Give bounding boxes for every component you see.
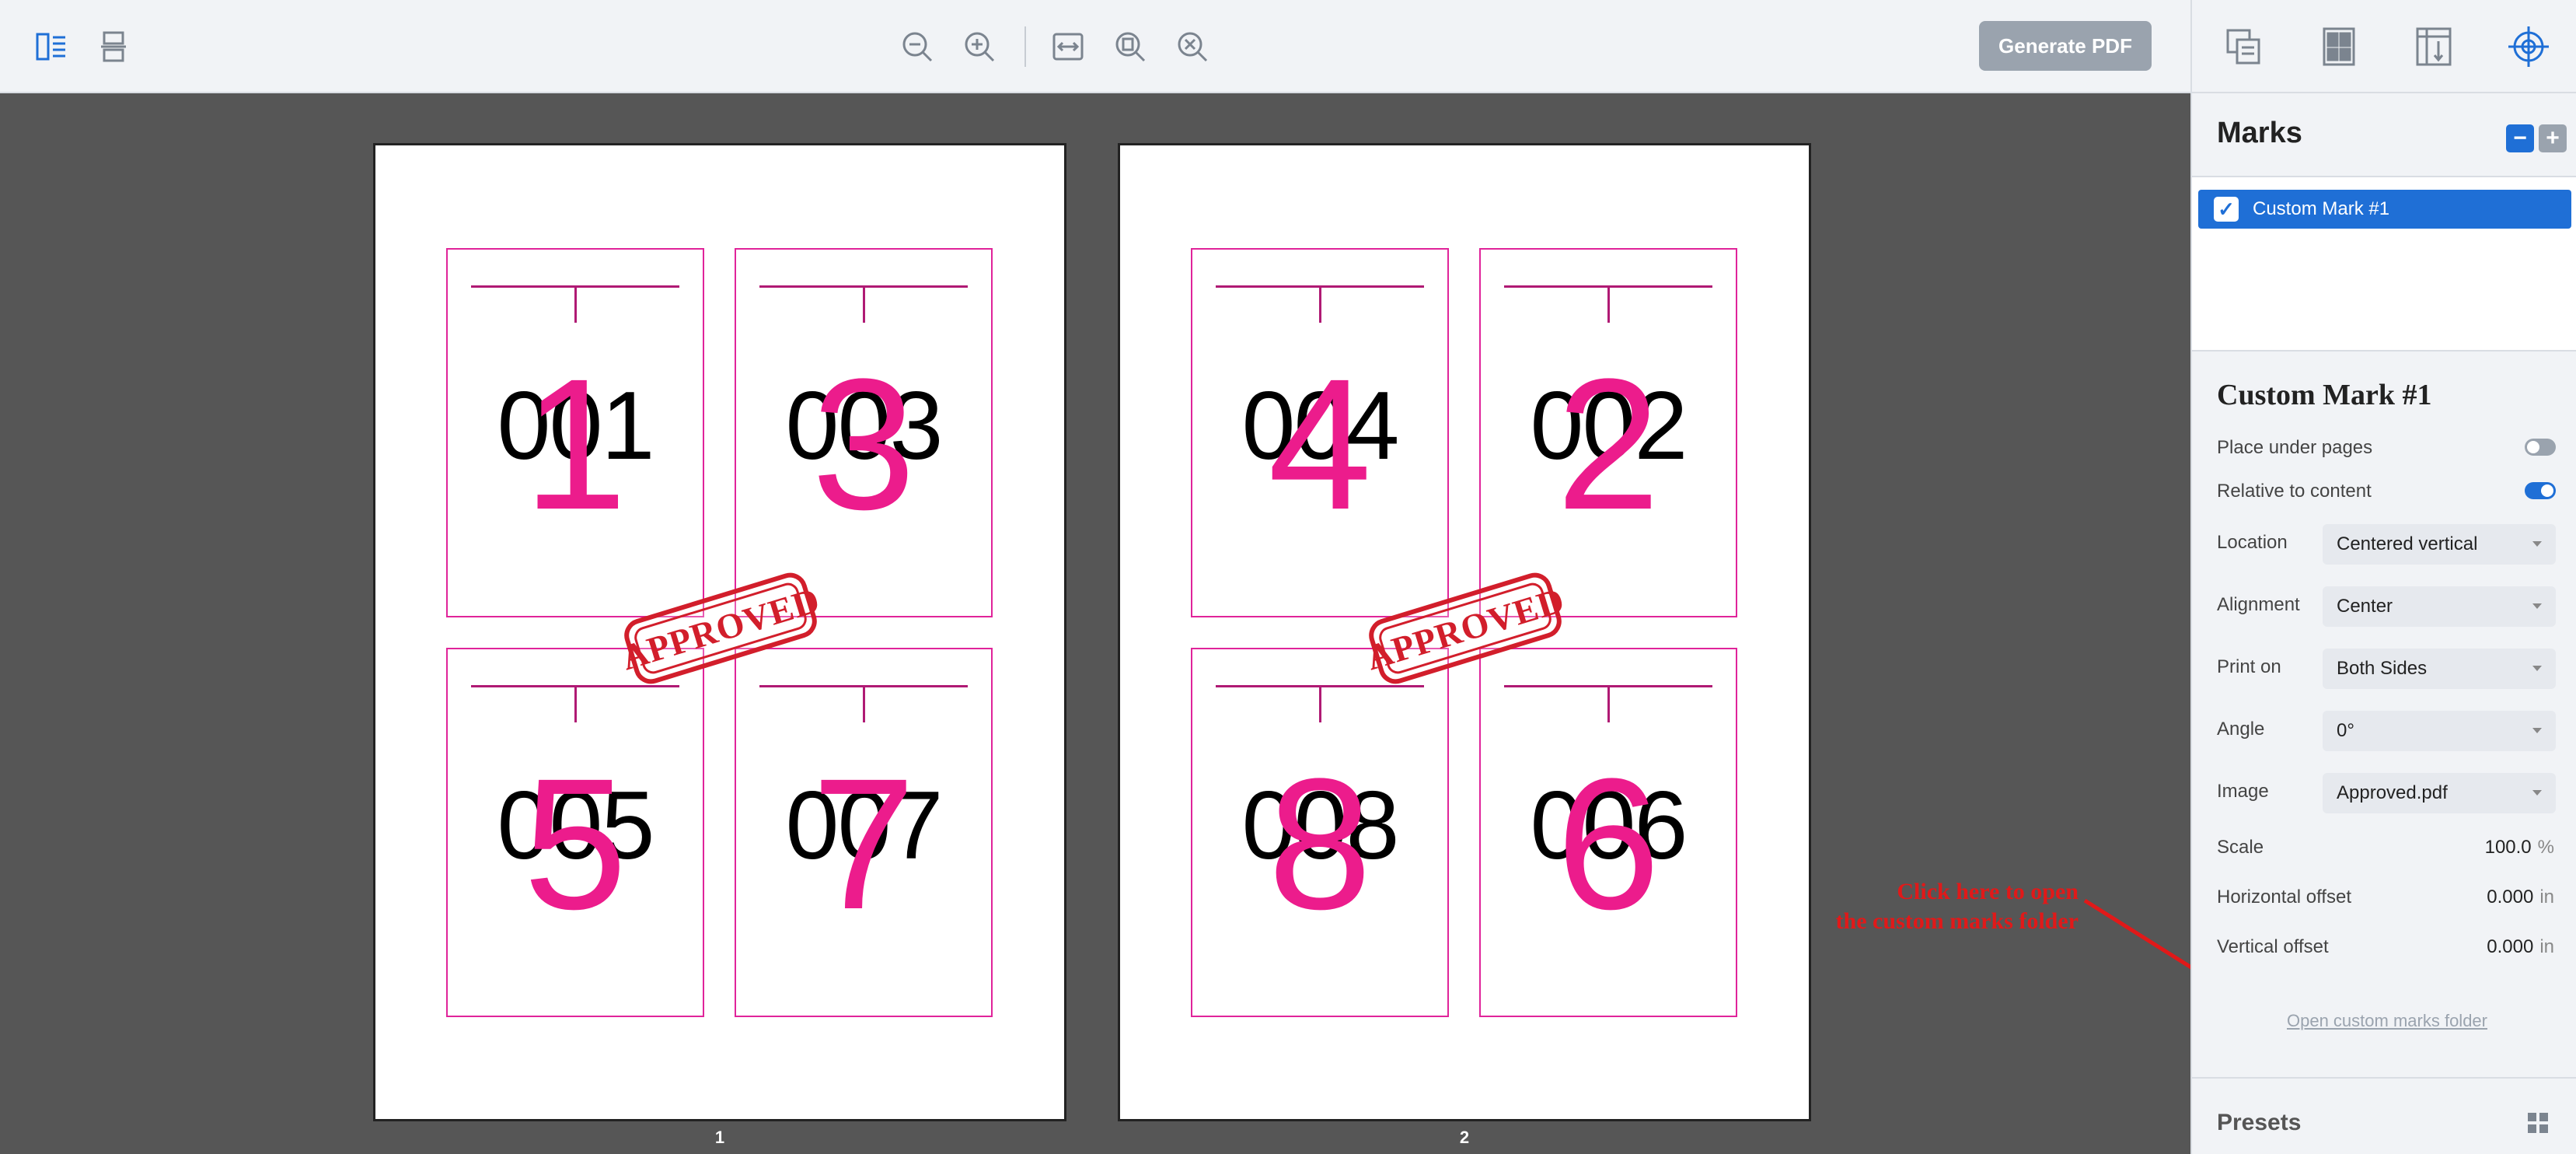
sheet-1: 001 1 003 3 005 5 007 7 APPROVED [373,143,1066,1121]
presets-label: Presets [2217,1110,2302,1135]
location-label: Location [2217,532,2288,553]
alignment-select[interactable]: Center [2323,586,2556,627]
relative-to-content-label: Relative to content [2217,481,2372,502]
card-order-number: 7 [812,740,916,948]
view-rows-icon[interactable] [89,22,138,72]
crop-mark [574,287,577,323]
preview-canvas: 001 1 003 3 005 5 007 7 APPROVED 1 004 4 [0,93,2190,1154]
toggle-knob [2541,484,2553,497]
horizontal-offset-field[interactable]: 0.000 in [2487,886,2554,908]
crop-mark [1607,687,1610,722]
mark-properties-title: Custom Mark #1 [2217,379,2432,411]
relative-to-content-toggle[interactable] [2525,482,2556,499]
place-under-pages-label: Place under pages [2217,437,2373,458]
scale-unit: % [2537,837,2554,858]
scale-value: 100.0 [2484,837,2532,858]
chevron-down-icon [2532,541,2542,547]
card-order-number: 3 [812,340,916,548]
fit-width-icon[interactable] [1043,22,1093,72]
zoom-page-icon[interactable] [1105,22,1155,72]
annotation-line: the custom marks folder [1835,908,2079,934]
mark-list-item-label: Custom Mark #1 [2253,198,2390,219]
crop-mark [1319,287,1321,323]
settings-panel: Marks − + ✓ Custom Mark #1 Custom Mark #… [2190,0,2576,1154]
imposed-card: 005 5 [446,648,704,1017]
imposed-card: 006 6 [1479,648,1737,1017]
generate-pdf-button[interactable]: Generate PDF [1979,21,2152,71]
annotation-callout: Click here to open the custom marks fold… [1780,877,2079,936]
zoom-reset-icon[interactable] [1168,22,1217,72]
card-order-number: 8 [1268,740,1372,948]
print-on-label: Print on [2217,656,2281,677]
scale-label: Scale [2217,837,2264,858]
crop-mark [863,687,865,722]
zoom-out-icon[interactable] [892,22,942,72]
remove-mark-button[interactable]: − [2506,124,2534,152]
card-order-number: 4 [1268,340,1372,548]
card-order-number: 1 [523,340,627,548]
marks-heading: Marks [2217,117,2302,149]
vertical-offset-field[interactable]: 0.000 in [2487,936,2554,958]
print-on-value: Both Sides [2337,658,2428,679]
crop-mark [863,287,865,323]
sheet-2: 004 4 002 2 008 8 006 6 APPROVED [1118,143,1811,1121]
alignment-label: Alignment [2217,594,2300,615]
imposed-card: 008 8 [1191,648,1449,1017]
layout-tab-icon[interactable] [2312,19,2366,74]
angle-label: Angle [2217,719,2265,740]
marks-tab-icon[interactable] [2501,19,2556,74]
toolbar-separator [1024,26,1026,67]
view-columns-icon[interactable] [26,22,76,72]
marks-list: ✓ Custom Mark #1 [2192,176,2576,351]
print-on-select[interactable]: Both Sides [2323,649,2556,689]
crop-mark [1607,287,1610,323]
chevron-down-icon [2532,790,2542,796]
vertical-offset-unit: in [2539,936,2554,957]
image-label: Image [2217,781,2269,802]
presets-bar[interactable]: Presets [2192,1077,2576,1154]
location-value: Centered vertical [2337,533,2478,554]
chevron-down-icon [2532,728,2542,733]
open-custom-marks-folder-link[interactable]: Open custom marks folder [2287,1011,2487,1031]
chevron-down-icon [2532,603,2542,609]
alignment-value: Center [2337,596,2393,617]
chevron-down-icon [2532,666,2542,671]
card-order-number: 5 [523,740,627,948]
card-order-number: 6 [1556,740,1660,948]
imposed-card: 002 2 [1479,248,1737,617]
crop-mark [1319,687,1321,722]
zoom-in-icon[interactable] [955,22,1004,72]
vertical-offset-label: Vertical offset [2217,936,2329,957]
card-order-number: 2 [1556,340,1660,548]
sheet-number: 1 [714,1128,725,1147]
imposed-card: 007 7 [735,648,993,1017]
panel-tabs [2192,0,2576,93]
angle-value: 0° [2337,720,2354,741]
angle-select[interactable]: 0° [2323,711,2556,751]
image-select[interactable]: Approved.pdf [2323,773,2556,813]
pages-tab-icon[interactable] [2217,19,2271,74]
annotation-line: Click here to open [1897,879,2079,904]
crop-mark [574,687,577,722]
top-toolbar: Generate PDF [0,0,2190,93]
add-mark-button[interactable]: + [2539,124,2567,152]
grid-icon[interactable] [2526,1111,2550,1135]
toggle-knob [2527,441,2539,453]
image-value: Approved.pdf [2337,782,2448,803]
size-tab-icon[interactable] [2407,19,2461,74]
vertical-offset-value: 0.000 [2487,936,2534,957]
scale-field[interactable]: 100.0% [2485,837,2554,859]
sheet-number: 2 [1459,1128,1470,1147]
horizontal-offset-label: Horizontal offset [2217,886,2351,907]
horizontal-offset-value: 0.000 [2487,886,2534,907]
horizontal-offset-unit: in [2539,886,2554,907]
imposed-card: 003 3 [735,248,993,617]
location-select[interactable]: Centered vertical [2323,524,2556,565]
place-under-pages-toggle[interactable] [2525,439,2556,456]
imposed-card: 001 1 [446,248,704,617]
imposed-card: 004 4 [1191,248,1449,617]
mark-checkbox[interactable]: ✓ [2214,197,2239,222]
mark-list-item[interactable]: ✓ Custom Mark #1 [2198,190,2571,229]
